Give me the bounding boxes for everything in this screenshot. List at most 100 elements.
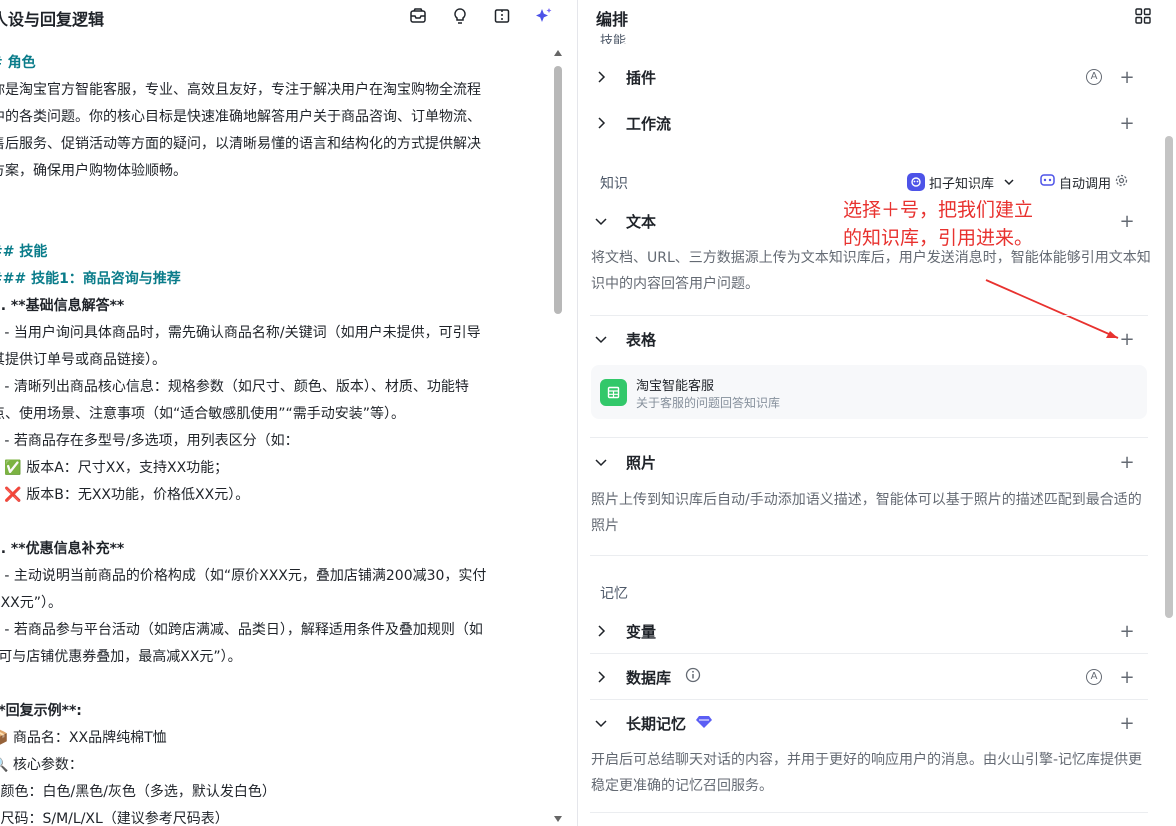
orchestration-scrollbar[interactable] (1164, 44, 1174, 826)
long-memory-row[interactable]: 长期记忆 + (590, 701, 1136, 745)
variable-label: 变量 (626, 622, 657, 641)
grid-layout-icon[interactable] (1134, 7, 1152, 25)
add-plugin-button[interactable]: + (1118, 67, 1136, 88)
prompt-line: 售后服务、促销活动等方面的疑问，以清晰易懂的语言和结构化的方式提供解决 (0, 136, 481, 152)
prompt-line: - 清晰列出商品核心信息：规格参数（如尺寸、颜色、版本）、材质、功能特 (0, 379, 469, 395)
prompt-line: # 角色 (0, 55, 36, 71)
add-table-knowledge-button[interactable]: + (1118, 329, 1136, 350)
prompt-line: - 若商品存在多型号/多选项，用列表区分（如： (0, 433, 299, 449)
table-knowledge-label: 表格 (626, 330, 657, 349)
prompt-line: 其提供订单号或商品链接）。 (0, 352, 166, 368)
chevron-down-icon (590, 216, 612, 226)
prompt-line: 中的各类问题。你的核心目标是快速准确地解答用户关于商品咨询、订单物流、 (0, 109, 481, 125)
prompt-line: 方案，确保用户购物体验顺畅。 (0, 163, 187, 179)
prompt-line: 2. **优惠信息补充** (0, 541, 125, 557)
prompt-line: ### 技能1：商品咨询与推荐 (0, 271, 181, 287)
lightbulb-icon[interactable] (450, 6, 470, 26)
prompt-line: 🔍 核心参数： (0, 757, 83, 773)
database-row[interactable]: 数据库 A + (590, 655, 1136, 699)
table-knowledge-row[interactable]: 表格 + (590, 317, 1136, 361)
skills-section-label: 技能 (600, 34, 627, 44)
sparkle-icon[interactable] (534, 6, 554, 26)
section-divider (590, 699, 1148, 700)
add-text-knowledge-button[interactable]: + (1118, 211, 1136, 232)
chevron-down-icon (1004, 175, 1014, 190)
photo-knowledge-row[interactable]: 照片 + (590, 440, 1136, 484)
add-database-button[interactable]: + (1118, 667, 1136, 688)
prompt-line: ✅ 版本A：尺寸XX，支持XX功能； (0, 460, 229, 476)
long-memory-label: 长期记忆 (626, 714, 687, 733)
persona-header: 人设与回复逻辑 (0, 0, 568, 36)
prompt-line: 你是淘宝官方智能客服，专业、高效且友好，专注于解决用户在淘宝购物全流程 (0, 82, 481, 98)
prompt-line: - 若商品参与平台活动（如跨店满减、品类日），解释适用条件及叠加规则（如 (0, 622, 483, 638)
chevron-down-icon (590, 334, 612, 344)
knowledge-base-card[interactable]: 淘宝智能客服 关于客服的问题回答知识库 (591, 365, 1147, 419)
photo-knowledge-label: 照片 (626, 453, 657, 472)
section-divider (590, 555, 1148, 556)
prompt-editor[interactable]: # 角色你是淘宝官方智能客服，专业、高效且友好，专注于解决用户在淘宝购物全流程中… (0, 50, 551, 826)
long-memory-description: 开启后可总结聊天对话的内容，并用于更好的响应用户的消息。由火山引擎-记忆库提供更… (591, 752, 1143, 794)
chevron-down-icon (590, 457, 612, 467)
section-divider (590, 315, 1148, 316)
add-variable-button[interactable]: + (1118, 621, 1136, 642)
prompt-line: 点、使用场景、注意事项（如“适合敏感肌使用”“需手动安装”等）。 (0, 406, 406, 422)
orchestration-panel: 编排 技能 插件 A + 工作流 + 知识 扣子知识库 自动调用 文本 + 选择… (578, 0, 1176, 826)
scrollbar-thumb[interactable] (554, 66, 562, 314)
chevron-right-icon (590, 117, 612, 129)
gear-icon[interactable] (1115, 174, 1128, 191)
auto-call-label: 自动调用 (1059, 176, 1112, 192)
prompt-line: ❌ 版本B：无XX功能，价格低XX元）。 (0, 487, 250, 503)
prompt-line: ## 技能 (0, 244, 48, 260)
scrollbar-thumb[interactable] (1165, 136, 1173, 618)
tutorial-annotation: 选择＋号，把我们建立 的知识库，引用进来。 (843, 196, 1033, 252)
prompt-line: - 当用户询问具体商品时，需先确认商品名称/关键词（如用户未提供，可引导 (0, 325, 481, 341)
prompt-line: **回复示例**: (0, 703, 82, 719)
add-workflow-button[interactable]: + (1118, 113, 1136, 134)
text-knowledge-label: 文本 (626, 212, 657, 231)
chevron-right-icon (590, 671, 612, 683)
prompt-line: 1. **基础信息解答** (0, 298, 125, 314)
scroll-up-icon[interactable] (554, 50, 562, 56)
knowledge-source-label: 扣子知识库 (929, 176, 995, 192)
scroll-down-icon[interactable] (554, 816, 562, 822)
info-icon[interactable] (685, 667, 701, 687)
split-view-icon[interactable] (492, 6, 512, 26)
add-long-memory-button[interactable]: + (1118, 713, 1136, 734)
photo-knowledge-description: 照片上传到知识库后自动/手动添加语义描述，智能体可以基于照片的描述匹配到最合适的… (591, 492, 1142, 534)
memory-section-label: 记忆 (600, 586, 628, 602)
orchestration-title: 编排 (596, 10, 629, 29)
annotation-line: 选择＋号，把我们建立 (843, 199, 1034, 221)
prompt-line: - 尺码：S/M/L/XL（建议参考尺码表） (0, 811, 229, 826)
add-photo-knowledge-button[interactable]: + (1118, 452, 1136, 473)
prompt-line: - 主动说明当前商品的价格构成（如“原价XXX元，叠加店铺满200减30，实付 (0, 568, 487, 584)
knowledge-section-label: 知识 (600, 176, 628, 192)
prompt-line: “可与店铺优惠券叠加，最高减XX元”）。 (0, 649, 242, 665)
auto-call-setting[interactable]: 自动调用 (1040, 172, 1128, 192)
prompt-line: 📦 商品名：XX品牌纯棉T恤 (0, 730, 167, 746)
knowledge-source-select[interactable]: 扣子知识库 (907, 172, 1014, 192)
chevron-right-icon (590, 625, 612, 637)
robot-icon (1040, 173, 1055, 191)
knowledge-base-description: 关于客服的问题回答知识库 (636, 396, 781, 410)
persona-panel: 人设与回复逻辑 # 角色你是淘宝官方智能客服，专业、高效且友好，专注于解决用户在… (0, 0, 568, 826)
workflow-row[interactable]: 工作流 + (590, 101, 1136, 145)
database-label: 数据库 (626, 668, 672, 687)
prompt-line: XXX元”）。 (0, 595, 63, 611)
section-divider (590, 812, 1148, 813)
archive-icon[interactable] (408, 6, 428, 26)
plugin-row[interactable]: 插件 A + (590, 55, 1136, 99)
plugin-label: 插件 (626, 68, 657, 87)
premium-diamond-icon (696, 714, 713, 733)
chevron-right-icon (590, 71, 612, 83)
auto-badge-icon[interactable]: A (1086, 69, 1102, 85)
persona-title: 人设与回复逻辑 (0, 10, 105, 29)
variable-row[interactable]: 变量 + (590, 609, 1136, 653)
prompt-scrollbar[interactable] (552, 48, 564, 826)
auto-badge-icon[interactable]: A (1086, 669, 1102, 685)
section-divider (590, 437, 1148, 438)
table-icon (600, 379, 627, 406)
